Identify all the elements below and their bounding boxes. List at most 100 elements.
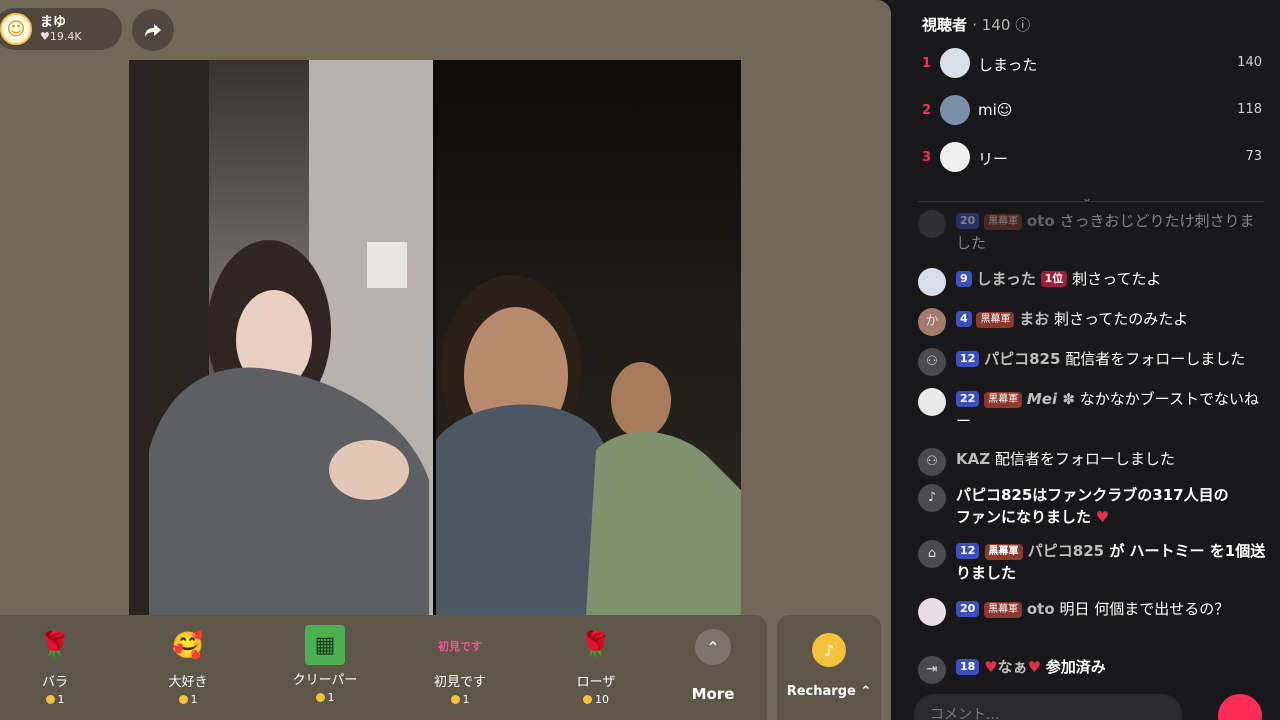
coin-icon (45, 695, 55, 704)
recharge-button[interactable]: ♪ Recharge ⌃ (777, 615, 881, 720)
first-time-sticker-icon: 初見です (438, 639, 482, 653)
level-badge: 22 (956, 391, 980, 407)
level-badge: 20 (956, 601, 980, 617)
coin-icon (178, 695, 188, 704)
rank-name: リー (978, 150, 1009, 168)
gift-rosa[interactable]: 🌹 ローザ 10 (541, 625, 651, 717)
creeper-icon: ▦ (305, 625, 345, 665)
person-icon: ⚇ (918, 348, 946, 376)
guest-video (436, 60, 741, 615)
chat-username[interactable]: パピコ825 (984, 350, 1060, 368)
fan-badge: 黒幕軍 (984, 602, 1023, 618)
gift-shokendesu[interactable]: 初見です 初見です 1 (405, 625, 515, 717)
send-heart-button[interactable] (1218, 694, 1262, 720)
heart-icon: ♥ (1027, 658, 1042, 676)
gift-bar: 🌹 バラ 1 🥰 大好き 1 ▦ クリーパー 1 初見です 初見です 1 🌹 ロ… (0, 615, 767, 720)
host-profile[interactable]: ☺ まゆ ♥19.4K (0, 8, 122, 50)
chat-username[interactable]: oto (1027, 212, 1055, 230)
level-badge: 9 (956, 271, 972, 287)
avatar (918, 268, 946, 296)
chat-username[interactable]: まお (1019, 310, 1049, 328)
gift-price: 1 (462, 693, 470, 706)
person-icon: ⚇ (918, 448, 946, 476)
more-label: More (691, 685, 735, 703)
rank-score: 73 (1245, 149, 1262, 164)
level-badge: 20 (956, 213, 980, 229)
avatar (940, 142, 970, 172)
chat-username[interactable]: KAZ (956, 450, 990, 468)
chat-system-message: ♪ パピコ825はファンクラブの317人目のファンになりました ♥ (918, 484, 1268, 528)
chat-text: 参加済み (1045, 658, 1106, 676)
gift-creeper[interactable]: ▦ クリーパー 1 (270, 625, 380, 717)
host-avatar: ☺ (0, 13, 32, 45)
help-icon[interactable]: ⓘ (1015, 16, 1030, 34)
rank-name: しまった (978, 56, 1038, 74)
join-icon: ⇥ (918, 656, 946, 684)
heart-icon: ♥ (1095, 508, 1110, 526)
rank-score: 118 (1237, 102, 1262, 117)
heart-icon: ♥ (984, 658, 998, 676)
recharge-label: Recharge (786, 684, 856, 699)
gift-rose[interactable]: 🌹 バラ 1 (0, 625, 110, 717)
side-panel: 視聴者 · 140 ⓘ 1 しまった 140 2 mi☺ 118 3 リー 73… (904, 0, 1280, 720)
rank-name: mi☺ (978, 101, 1013, 119)
chat-message: か 4 黒幕軍 まお 刺さってたのみたよ (918, 308, 1268, 336)
chat-username[interactable]: しまった (976, 270, 1035, 288)
viewer-rank-row[interactable]: 3 リー 73 (904, 138, 1280, 178)
gift-price: 10 (595, 693, 609, 706)
viewers-count: 140 (981, 16, 1011, 34)
host-likes: 19.4K (49, 29, 82, 43)
chat-username[interactable]: Mei ✽ (1027, 390, 1075, 408)
avatar (940, 48, 970, 78)
rank-score: 140 (1237, 55, 1262, 70)
chat-feed: 20 黒幕軍 oto さっきおじどりたけ刺さりました 9 しまった 1位 刺さっ… (904, 206, 1280, 690)
chat-message: 22 黒幕軍 Mei ✽ なかなかブーストでないねー (918, 388, 1268, 432)
gift-name: バラ (41, 675, 68, 690)
level-badge: 4 (956, 311, 972, 327)
fan-badge: 黒幕軍 (976, 312, 1015, 328)
tiktok-icon: ♪ (918, 484, 946, 512)
avatar (918, 388, 946, 416)
viewers-header: 視聴者 · 140 ⓘ (922, 16, 1031, 34)
gift-price: 1 (57, 693, 65, 706)
coin-icon (450, 695, 460, 704)
gift-name: 大好き (168, 675, 208, 690)
chat-message: ⌂ 12 黒幕軍 パピコ825 が ハートミー を1個送りました (918, 540, 1268, 584)
chat-text: 刺さってたのみたよ (1054, 310, 1189, 328)
chat-message: 20 黒幕軍 oto 明日 何個まで出せるの？ (918, 598, 1268, 626)
chat-username[interactable]: パピコ825 (1028, 542, 1104, 560)
heart-icon: ♥ (40, 29, 50, 43)
viewer-rank-row[interactable]: 2 mi☺ 118 (904, 91, 1280, 131)
share-button[interactable] (132, 9, 174, 51)
chat-message: ⇥ 18 ♥なぁ♥ 参加済み (918, 656, 1268, 684)
gift-name: クリーパー (292, 673, 358, 688)
divider (918, 201, 1264, 202)
host-name: まゆ (40, 14, 67, 30)
chat-text: 配信者をフォローしました (1065, 350, 1246, 368)
expand-chevron-icon[interactable]: ⌄ (1082, 191, 1092, 205)
level-badge: 12 (956, 543, 980, 559)
viewer-rank-row[interactable]: 1 しまった 140 (904, 44, 1280, 84)
coin-icon: ♪ (812, 633, 846, 667)
level-badge: 12 (956, 351, 980, 367)
chat-username[interactable]: なぁ (998, 658, 1028, 676)
rosa-icon: 🌹 (579, 631, 613, 661)
comment-input[interactable]: コメント... (914, 694, 1182, 720)
chevron-up-icon: ⌃ (860, 684, 872, 699)
chat-text: 配信者をフォローしました (994, 450, 1175, 468)
chat-message: ⚇ KAZ 配信者をフォローしました (918, 448, 1268, 476)
coin-icon (583, 695, 592, 704)
live-stage: ☺ まゆ ♥19.4K 🌹 バラ 1 🥰 大好き 1 ▦ クリーパー 1 初見で… (0, 0, 891, 720)
chat-text: 刺さってたよ (1072, 270, 1162, 288)
fan-badge: 黒幕軍 (984, 392, 1023, 408)
system-text: パピコ825はファンクラブの317人目のファンになりました (956, 486, 1229, 526)
gift-daisuki[interactable]: 🥰 大好き 1 (133, 625, 243, 717)
gift-name: 初見です (433, 675, 486, 690)
gift-icon: ⌂ (918, 540, 946, 568)
chat-text: 明日 何個まで出せるの？ (1059, 600, 1230, 618)
gift-price: 1 (327, 691, 335, 704)
chat-username[interactable]: oto (1027, 600, 1055, 618)
more-gifts-button[interactable]: ⌃ More (668, 629, 758, 715)
viewers-title: 視聴者 (922, 16, 968, 34)
chevron-up-icon: ⌃ (695, 629, 731, 665)
